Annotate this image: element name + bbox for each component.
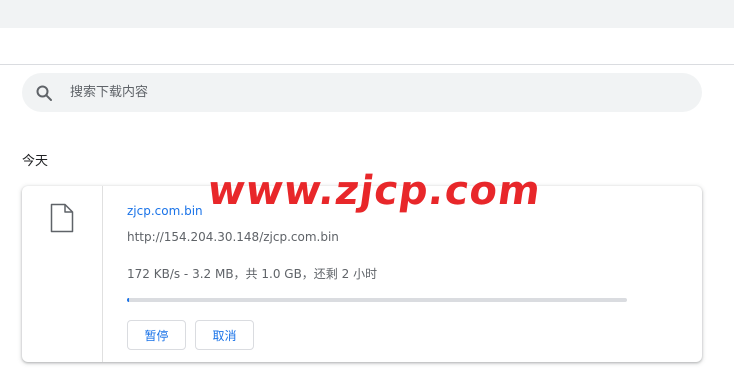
search-bar[interactable] bbox=[22, 73, 702, 112]
download-progress-fill bbox=[127, 298, 129, 302]
download-status-text: 172 KB/s - 3.2 MB，共 1.0 GB，还剩 2 小时 bbox=[127, 267, 378, 281]
pause-button[interactable]: 暂停 bbox=[127, 320, 186, 350]
file-icon-column bbox=[22, 186, 103, 362]
file-name-link[interactable]: zjcp.com.bin bbox=[127, 204, 203, 218]
search-input[interactable] bbox=[68, 84, 632, 101]
file-icon bbox=[50, 203, 74, 233]
watermark-text: www.zjcp.com bbox=[204, 168, 545, 214]
search-icon[interactable] bbox=[34, 83, 54, 103]
cancel-button[interactable]: 取消 bbox=[195, 320, 254, 350]
header-divider bbox=[0, 64, 734, 65]
download-progress-bar bbox=[127, 298, 627, 302]
top-toolbar-band bbox=[0, 0, 734, 28]
section-date-heading: 今天 bbox=[22, 154, 49, 169]
file-source-url: http://154.204.30.148/zjcp.com.bin bbox=[127, 230, 339, 244]
